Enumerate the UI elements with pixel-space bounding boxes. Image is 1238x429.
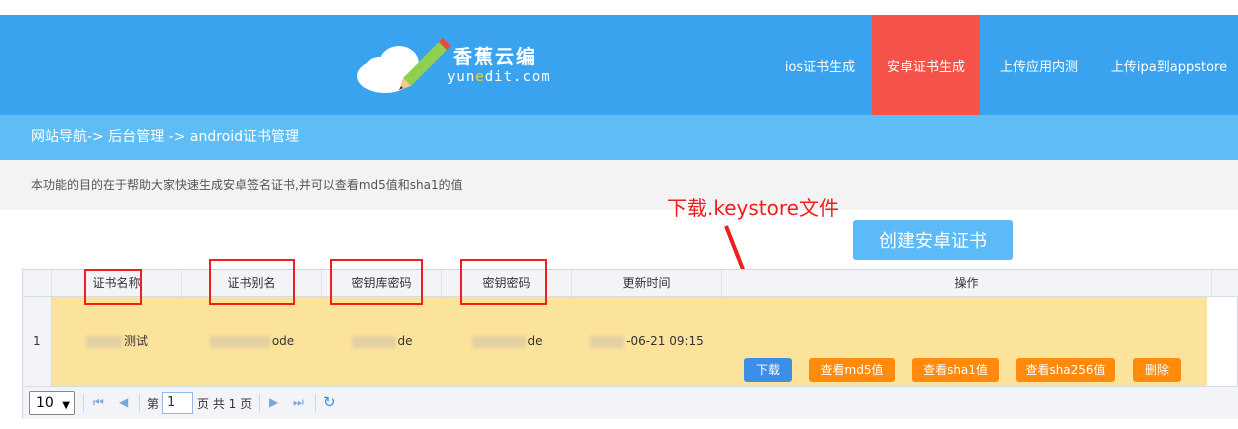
table-row[interactable]: 1 测试 ode de de -06-21 09:15 下载 查看md5值 查看… [23, 297, 1238, 386]
pager-divider [259, 394, 260, 412]
nav-ios-cert[interactable]: ios证书生成 [770, 15, 870, 115]
logo-title: 香蕉云编 [453, 46, 538, 68]
delete-button[interactable]: 删除 [1133, 358, 1181, 382]
refresh-icon[interactable]: ↻ [323, 393, 336, 411]
cell-cert-name: 测试 [52, 297, 182, 386]
cert-table: 证书名称 证书别名 密钥库密码 密钥密码 更新时间 操作 1 测试 ode de… [22, 269, 1238, 419]
nav-upload-appstore[interactable]: 上传ipa到appstore [1100, 15, 1238, 115]
table-header: 证书名称 证书别名 密钥库密码 密钥密码 更新时间 操作 [23, 270, 1238, 297]
highlight-box-store-password [330, 259, 423, 305]
create-android-cert-button[interactable]: 创建安卓证书 [853, 220, 1013, 260]
nav-android-cert[interactable]: 安卓证书生成 [872, 15, 980, 115]
cell-key-password: de [442, 297, 572, 386]
prev-page-icon[interactable]: ◀ [119, 395, 128, 409]
site-logo[interactable]: 香蕉云编 yunedit.com [355, 36, 555, 96]
pager-divider [315, 394, 316, 412]
row-index: 1 [23, 297, 52, 386]
header-actions: 操作 [722, 270, 1212, 297]
first-page-icon[interactable]: ⏮ [93, 395, 104, 410]
logo-domain: yunedit.com [447, 69, 551, 85]
view-sha256-button[interactable]: 查看sha256值 [1016, 358, 1115, 382]
view-md5-button[interactable]: 查看md5值 [809, 358, 895, 382]
page-label-after: 页 共 1 页 [197, 397, 253, 411]
next-page-icon[interactable]: ▶ [269, 395, 278, 409]
page-size-select[interactable]: 10 ▼ [29, 391, 75, 415]
nav-upload-test[interactable]: 上传应用内测 [990, 15, 1088, 115]
site-header: 香蕉云编 yunedit.com ios证书生成 安卓证书生成 上传应用内测 上… [0, 15, 1238, 115]
pager-divider [83, 394, 84, 412]
cell-updated-time: -06-21 09:15 [572, 297, 722, 386]
chevron-down-icon: ▼ [62, 400, 70, 411]
page-label-before: 第 [147, 397, 160, 411]
highlight-box-cert-name [84, 269, 142, 305]
pager-divider [139, 394, 140, 412]
cloud-pencil-logo-icon [357, 38, 451, 93]
page-description: 本功能的目的在于帮助大家快速生成安卓签名证书,并可以查看md5值和sha1的值 [0, 160, 1238, 210]
header-updated-time: 更新时间 [572, 270, 722, 297]
cell-cert-alias: ode [182, 297, 322, 386]
download-button[interactable]: 下载 [744, 358, 792, 382]
breadcrumb: 网站导航-> 后台管理 -> android证书管理 [0, 115, 1238, 160]
view-sha1-button[interactable]: 查看sha1值 [912, 358, 999, 382]
pagination-bar: 10 ▼ ⏮ ◀ 第 1 页 共 1 页 ▶ ⏭ ↻ [23, 386, 1238, 419]
highlight-box-cert-alias [209, 259, 295, 305]
last-page-icon[interactable]: ⏭ [293, 395, 304, 410]
cell-store-password: de [322, 297, 442, 386]
annotation-label: 下载.keystore文件 [667, 196, 839, 220]
top-spacer [0, 0, 1238, 15]
header-index [23, 270, 52, 297]
highlight-box-key-password [460, 259, 547, 305]
page-number-input[interactable]: 1 [162, 392, 193, 414]
